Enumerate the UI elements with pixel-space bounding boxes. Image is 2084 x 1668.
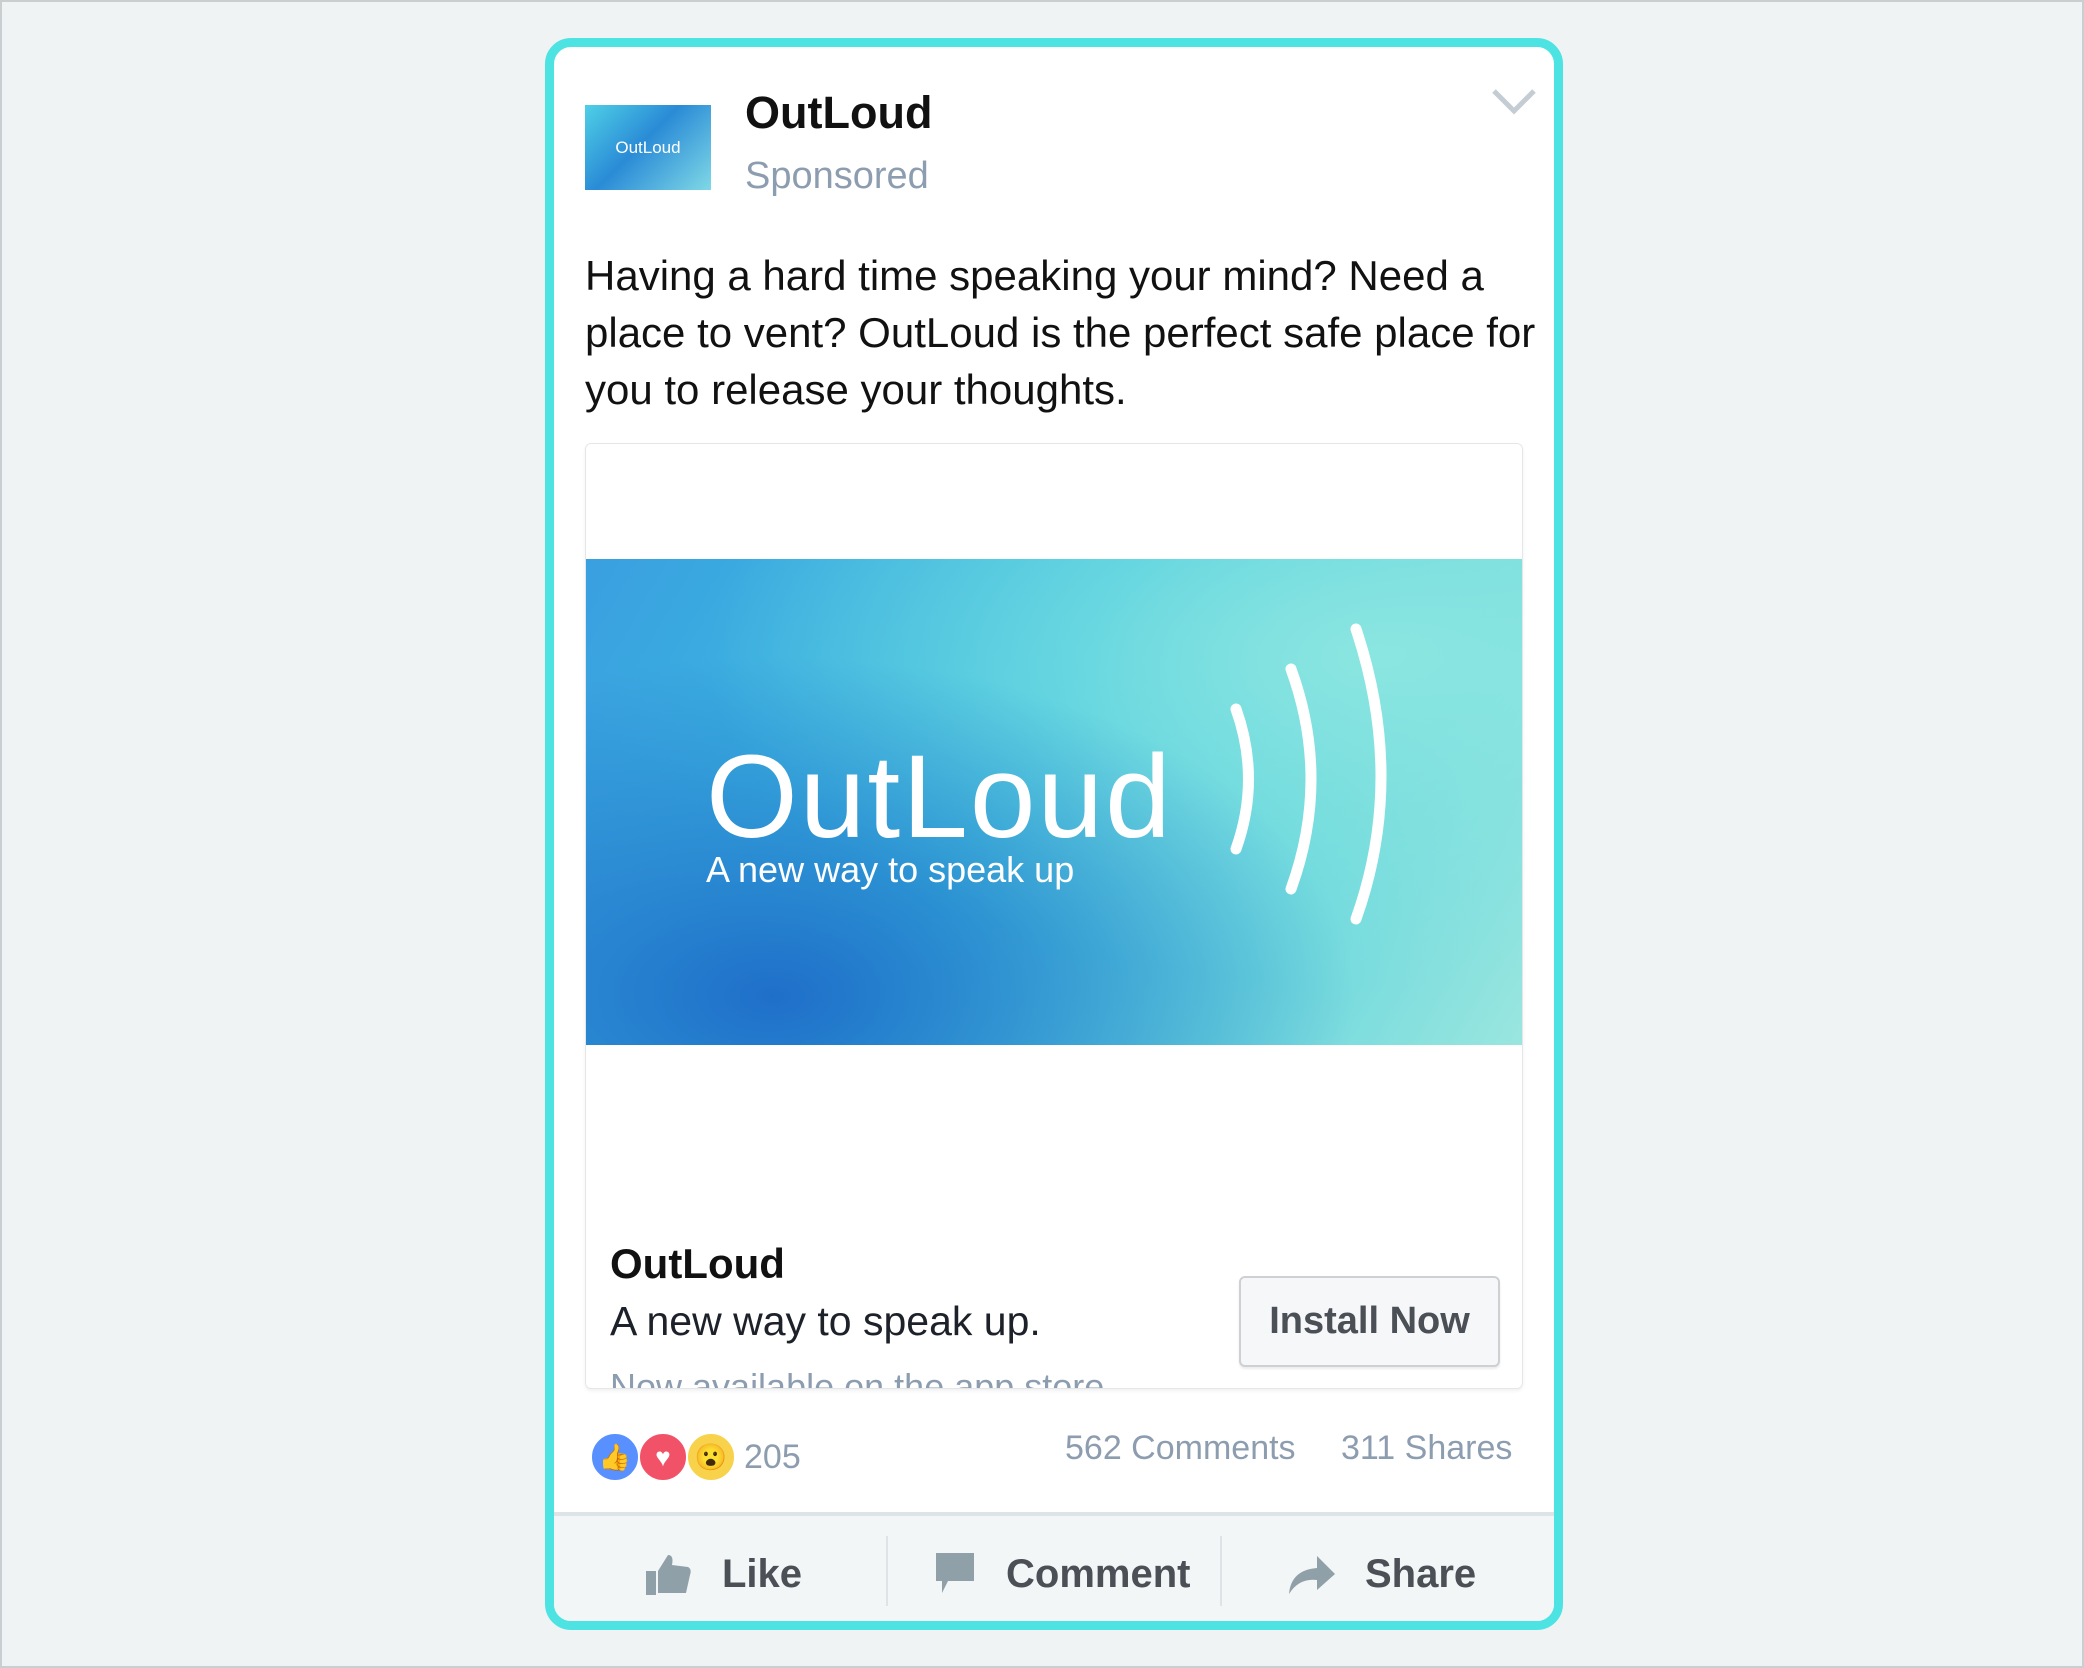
banner-logo: OutLoud xyxy=(706,731,1173,863)
wow-reaction-icon: 😮 xyxy=(686,1432,736,1482)
post-text: Having a hard time speaking your mind? N… xyxy=(585,252,1536,413)
page-avatar[interactable]: OutLoud xyxy=(585,105,711,190)
like-button[interactable]: Like xyxy=(646,1516,803,1621)
reaction-count: 205 xyxy=(744,1438,801,1476)
share-arrow-icon xyxy=(1289,1556,1335,1594)
action-bar: Like Comment Share xyxy=(554,1512,1554,1621)
divider xyxy=(886,1536,888,1606)
link-preview[interactable]: OutLoud A new way to speak up OutLoud A … xyxy=(585,443,1523,1389)
love-reaction-icon: ♥ xyxy=(638,1432,688,1482)
thumbs-up-icon xyxy=(646,1555,691,1595)
ad-banner-image[interactable]: OutLoud A new way to speak up xyxy=(586,559,1522,1045)
page-name-link[interactable]: OutLoud xyxy=(745,87,932,139)
reactions-summary[interactable]: 👍 ♥ 😮 205 xyxy=(590,1432,801,1482)
sound-waves-icon xyxy=(1230,623,1387,925)
install-now-button[interactable]: Install Now xyxy=(1239,1276,1500,1367)
comment-icon xyxy=(936,1553,974,1593)
like-reaction-icon: 👍 xyxy=(590,1432,640,1482)
comment-label: Comment xyxy=(1006,1551,1191,1596)
link-title: OutLoud xyxy=(610,1240,785,1287)
chevron-down-icon[interactable] xyxy=(1490,83,1538,119)
link-note: Now available on the app store. xyxy=(610,1366,1115,1389)
sponsored-label[interactable]: Sponsored xyxy=(745,155,929,198)
share-button[interactable]: Share xyxy=(1289,1516,1477,1621)
sponsored-post-card: OutLoud OutLoud Sponsored Having a hard … xyxy=(545,38,1563,1630)
link-description: A new way to speak up. xyxy=(610,1298,1041,1344)
comments-count-link[interactable]: 562 Comments xyxy=(1065,1429,1296,1468)
comment-button[interactable]: Comment xyxy=(936,1516,1191,1621)
avatar-logo-text: OutLoud xyxy=(615,137,681,157)
banner-tagline: A new way to speak up xyxy=(706,849,1075,890)
share-label: Share xyxy=(1365,1551,1477,1596)
like-label: Like xyxy=(722,1551,803,1596)
divider xyxy=(1220,1536,1222,1606)
shares-count-link[interactable]: 311 Shares xyxy=(1341,1429,1512,1468)
